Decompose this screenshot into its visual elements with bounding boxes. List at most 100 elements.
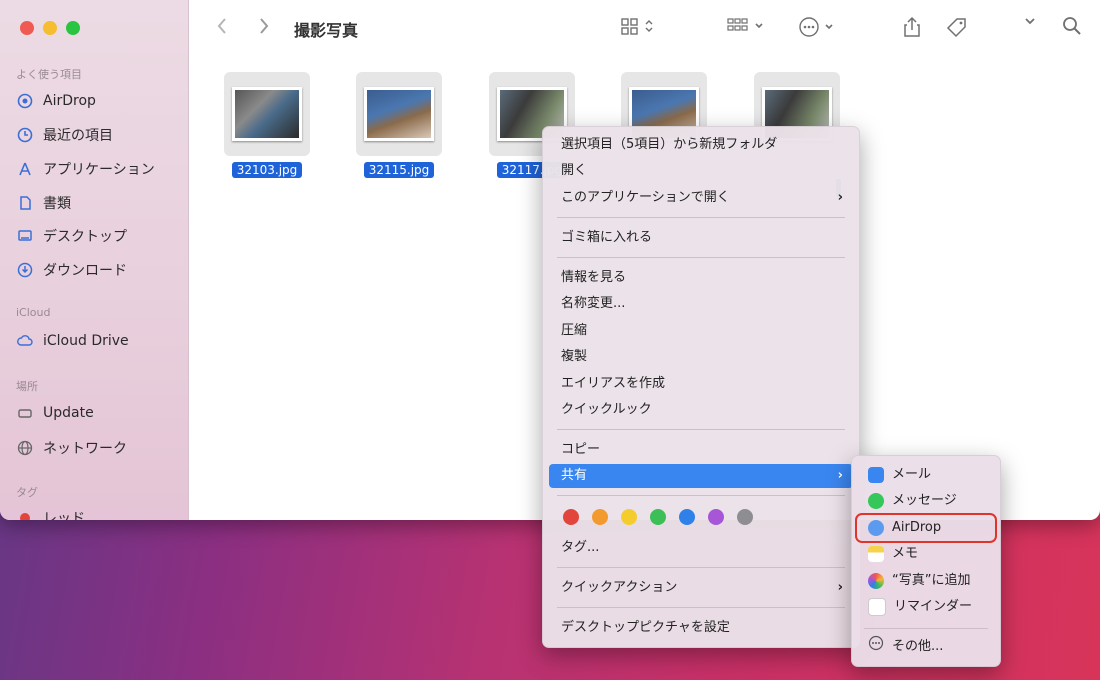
- share-item-label: メッセージ: [892, 493, 957, 508]
- chevron-right-icon: ›: [837, 468, 843, 483]
- airdrop-icon: [868, 520, 884, 536]
- sidebar-item-update[interactable]: Update: [16, 404, 94, 422]
- network-icon: [16, 439, 34, 457]
- share-item-label: リマインダー: [894, 599, 973, 614]
- download-icon: [16, 261, 34, 279]
- sidebar-item-label: iCloud Drive: [43, 333, 129, 349]
- toolbar: 撮影写真: [188, 0, 1100, 58]
- sidebar-item-desktop[interactable]: デスクトップ: [16, 226, 127, 246]
- menu-item-label: このアプリケーションで開く: [561, 190, 730, 205]
- menu-separator: [557, 257, 845, 258]
- chevron-right-icon: ›: [837, 580, 843, 595]
- menu-item-label: 共有: [561, 468, 588, 483]
- tag-icon[interactable]: [946, 16, 968, 38]
- action-icon[interactable]: [798, 16, 834, 38]
- file-name: 32103.jpg: [231, 162, 303, 178]
- sidebar-item-label: アプリケーション: [43, 162, 155, 178]
- menu-separator: [557, 567, 845, 568]
- sidebar-item-label: レッド: [43, 511, 85, 520]
- menu-item-label: クイックアクション: [561, 580, 678, 595]
- desktop-icon: [16, 227, 34, 245]
- window-controls: [20, 21, 80, 35]
- tag-gray-dot[interactable]: [737, 509, 753, 525]
- red-tag-icon: [16, 509, 34, 520]
- share-item-label: “写真”に追加: [892, 573, 971, 588]
- zoom-button[interactable]: [66, 21, 80, 35]
- menu-item-share[interactable]: 共有 ›: [549, 464, 853, 488]
- sidebar-section-favorites: よく使う項目: [16, 68, 82, 81]
- menu-item-copy[interactable]: コピー: [549, 438, 853, 462]
- sidebar-item-label: 最近の項目: [43, 128, 113, 144]
- sidebar-item-downloads[interactable]: ダウンロード: [16, 260, 127, 280]
- sidebar-item-icloud-drive[interactable]: iCloud Drive: [16, 332, 129, 350]
- menu-item-set-desktop-picture[interactable]: デスクトップピクチャを設定: [549, 616, 853, 640]
- sidebar-item-applications[interactable]: アプリケーション: [16, 159, 155, 179]
- sidebar-item-red-tag[interactable]: レッド: [16, 508, 85, 520]
- sidebar-item-label: Update: [43, 405, 94, 421]
- sidebar-item-label: ダウンロード: [43, 263, 127, 279]
- share-icon[interactable]: [902, 16, 922, 38]
- file-item[interactable]: 32115.jpg: [356, 72, 442, 178]
- tag-purple-dot[interactable]: [708, 509, 724, 525]
- sidebar-item-airdrop[interactable]: AirDrop: [16, 92, 96, 110]
- document-icon: [16, 194, 34, 212]
- tag-color-row: [563, 509, 753, 525]
- menu-separator: [864, 628, 988, 629]
- menu-item-get-info[interactable]: 情報を見る: [549, 266, 853, 290]
- menu-item-open-with[interactable]: このアプリケーションで開く ›: [549, 186, 853, 210]
- context-menu: 選択項目（5項目）から新規フォルダ 開く このアプリケーションで開く › ゴミ箱…: [542, 126, 860, 648]
- tag-red-dot[interactable]: [563, 509, 579, 525]
- menu-item-rename[interactable]: 名称変更...: [549, 292, 853, 316]
- file-thumbnail[interactable]: [356, 72, 442, 156]
- menu-item-tags[interactable]: タグ...: [549, 536, 853, 560]
- messages-icon: [868, 493, 884, 509]
- menu-item-make-alias[interactable]: エイリアスを作成: [549, 372, 853, 396]
- sidebar-item-recents[interactable]: 最近の項目: [16, 125, 113, 145]
- sidebar-item-network[interactable]: ネットワーク: [16, 438, 127, 458]
- share-item-messages[interactable]: メッセージ: [858, 489, 994, 513]
- share-item-label: メモ: [892, 546, 919, 561]
- sidebar-item-documents[interactable]: 書類: [16, 193, 71, 213]
- minimize-button[interactable]: [43, 21, 57, 35]
- sidebar-section-locations: 場所: [16, 380, 38, 393]
- share-item-reminders[interactable]: リマインダー: [858, 595, 994, 619]
- sidebar: よく使う項目 AirDrop 最近の項目 アプリケーション 書類 デスクトップ …: [0, 0, 189, 520]
- apps-icon: [16, 160, 34, 178]
- forward-icon[interactable]: [258, 16, 270, 36]
- tag-blue-dot[interactable]: [679, 509, 695, 525]
- share-item-photos[interactable]: “写真”に追加: [858, 569, 994, 593]
- cloud-icon: [16, 332, 34, 350]
- menu-separator: [557, 495, 845, 496]
- share-item-notes[interactable]: メモ: [858, 542, 994, 566]
- menu-item-move-to-trash[interactable]: ゴミ箱に入れる: [549, 226, 853, 250]
- tag-orange-dot[interactable]: [592, 509, 608, 525]
- drive-icon: [16, 404, 34, 422]
- sidebar-section-tags: タグ: [16, 486, 38, 499]
- file-item[interactable]: 32103.jpg: [224, 72, 310, 178]
- menu-item-compress[interactable]: 圧縮: [549, 319, 853, 343]
- mail-icon: [868, 467, 884, 483]
- menu-item-open[interactable]: 開く: [549, 159, 853, 183]
- share-item-more[interactable]: その他...: [858, 635, 994, 659]
- group-icon[interactable]: [726, 16, 764, 36]
- window-title: 撮影写真: [294, 21, 359, 40]
- menu-item-duplicate[interactable]: 複製: [549, 345, 853, 369]
- reminders-icon: [868, 598, 886, 616]
- chevron-down-icon[interactable]: [1024, 16, 1036, 26]
- view-grid-icon[interactable]: [620, 16, 654, 36]
- share-item-airdrop[interactable]: AirDrop: [855, 513, 997, 543]
- back-icon[interactable]: [216, 16, 228, 36]
- share-submenu: メール メッセージ AirDrop メモ “写真”に追加 リマインダー その他.…: [851, 455, 1001, 667]
- tag-green-dot[interactable]: [650, 509, 666, 525]
- search-icon[interactable]: [1062, 16, 1082, 36]
- menu-item-quick-look[interactable]: クイックルック: [549, 398, 853, 422]
- share-item-label: AirDrop: [892, 520, 942, 535]
- close-button[interactable]: [20, 21, 34, 35]
- menu-item-new-folder-with-selection[interactable]: 選択項目（5項目）から新規フォルダ: [549, 133, 853, 157]
- tag-yellow-dot[interactable]: [621, 509, 637, 525]
- file-thumbnail[interactable]: [224, 72, 310, 156]
- menu-item-quick-actions[interactable]: クイックアクション ›: [549, 576, 853, 600]
- photos-icon: [868, 573, 884, 589]
- share-item-mail[interactable]: メール: [858, 463, 994, 487]
- share-item-label: メール: [892, 467, 932, 482]
